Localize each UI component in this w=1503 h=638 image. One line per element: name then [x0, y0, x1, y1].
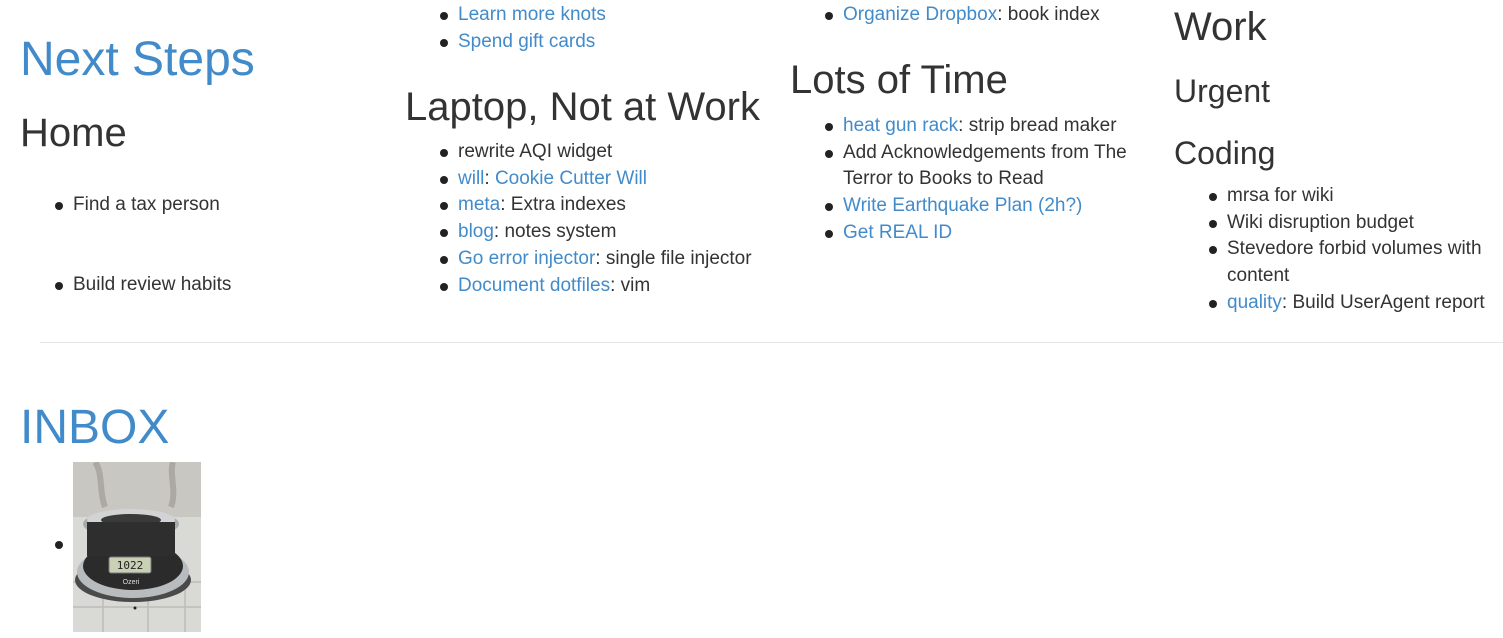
list-item-text: Build review habits: [73, 274, 232, 295]
blog-link[interactable]: blog: [458, 221, 494, 242]
home-heading: Home: [20, 111, 127, 155]
coding-heading: Coding: [1174, 135, 1276, 171]
list-item-text: : vim: [610, 274, 651, 296]
inbox-heading: INBOX: [20, 401, 170, 454]
list-item: Spend gift cards: [440, 29, 780, 56]
will-link[interactable]: will: [458, 168, 484, 189]
document-dotfiles-link[interactable]: Document dotfiles: [458, 275, 610, 296]
list-item: Wiki disruption budget: [1209, 210, 1499, 237]
list-item: Go error injector: single file injector: [440, 246, 780, 273]
list-item: will: Cookie Cutter Will: [440, 166, 780, 193]
list-item: Get REAL ID: [825, 220, 1135, 247]
learn-knots-link[interactable]: Learn more knots: [458, 4, 606, 25]
earthquake-plan-link[interactable]: Write Earthquake Plan (2h?): [843, 195, 1082, 216]
inbox-bullet: [55, 541, 63, 549]
list-item: quality: Build UserAgent report: [1209, 290, 1499, 317]
list-item: Find a tax person: [55, 192, 375, 219]
scale-brand: Ozeri: [123, 579, 140, 586]
list-item-text: : notes system: [493, 221, 617, 243]
list-item: Build review habits: [55, 272, 375, 299]
urgent-heading: Urgent: [1174, 73, 1271, 109]
list-item-text: Find a tax person: [73, 194, 220, 215]
list-item-text: : book index: [997, 4, 1100, 25]
list-item-text: : Extra indexes: [500, 194, 626, 216]
organize-dropbox-link[interactable]: Organize Dropbox: [843, 4, 997, 25]
kitchen-scale-photo[interactable]: 1022 Ozeri: [73, 462, 201, 632]
list-item-text: : Build UserAgent report: [1281, 291, 1485, 313]
laptop-list: rewrite AQI widget will: Cookie Cutter W…: [440, 139, 780, 299]
lots-of-time-heading: Lots of Time: [790, 58, 1008, 102]
list-item: Document dotfiles: vim: [440, 273, 780, 300]
list-item-text: Stevedore forbid volumes with content: [1227, 238, 1482, 287]
work-heading: Work: [1174, 5, 1267, 49]
list-item-text: rewrite AQI widget: [458, 141, 613, 162]
list-item-text: Add Acknowledgements from The Terror to …: [843, 141, 1127, 190]
go-error-injector-link[interactable]: Go error injector: [458, 248, 595, 269]
list-item: Write Earthquake Plan (2h?): [825, 193, 1135, 220]
laptop-heading: Laptop, Not at Work: [405, 85, 760, 129]
list-item: rewrite AQI widget: [440, 139, 780, 166]
coding-list: mrsa for wiki Wiki disruption budget Ste…: [1209, 183, 1499, 317]
home-list-2: Build review habits: [55, 272, 375, 299]
list-item: Stevedore forbid volumes with content: [1209, 236, 1499, 289]
scale-display: 1022: [117, 559, 144, 572]
misc-list: Learn more knots Spend gift cards: [440, 2, 780, 55]
list-item: mrsa for wiki: [1209, 183, 1499, 210]
dropbox-list: Organize Dropbox: book index: [825, 2, 1155, 29]
list-item: blog: notes system: [440, 219, 780, 246]
list-item: Learn more knots: [440, 2, 780, 29]
cookie-cutter-will-link[interactable]: Cookie Cutter Will: [495, 168, 647, 189]
gift-cards-link[interactable]: Spend gift cards: [458, 31, 595, 52]
list-item: meta: Extra indexes: [440, 192, 780, 219]
lots-of-time-list: heat gun rack: strip bread maker Add Ack…: [825, 113, 1135, 247]
quality-link[interactable]: quality: [1227, 292, 1282, 313]
list-item: Add Acknowledgements from The Terror to …: [825, 140, 1135, 193]
list-item-text: mrsa for wiki: [1227, 185, 1334, 206]
real-id-link[interactable]: Get REAL ID: [843, 222, 952, 243]
section-divider: [40, 342, 1503, 343]
separator: :: [484, 167, 495, 189]
list-item-text: Wiki disruption budget: [1227, 211, 1414, 233]
home-list: Find a tax person: [55, 192, 375, 219]
list-item: Organize Dropbox: book index: [825, 2, 1155, 29]
list-item-text: : single file injector: [595, 247, 752, 269]
meta-link[interactable]: meta: [458, 194, 500, 215]
heat-gun-rack-link[interactable]: heat gun rack: [843, 115, 958, 136]
next-steps-heading: Next Steps: [20, 33, 255, 86]
list-item: heat gun rack: strip bread maker: [825, 113, 1135, 140]
list-item-text: : strip bread maker: [958, 115, 1117, 136]
